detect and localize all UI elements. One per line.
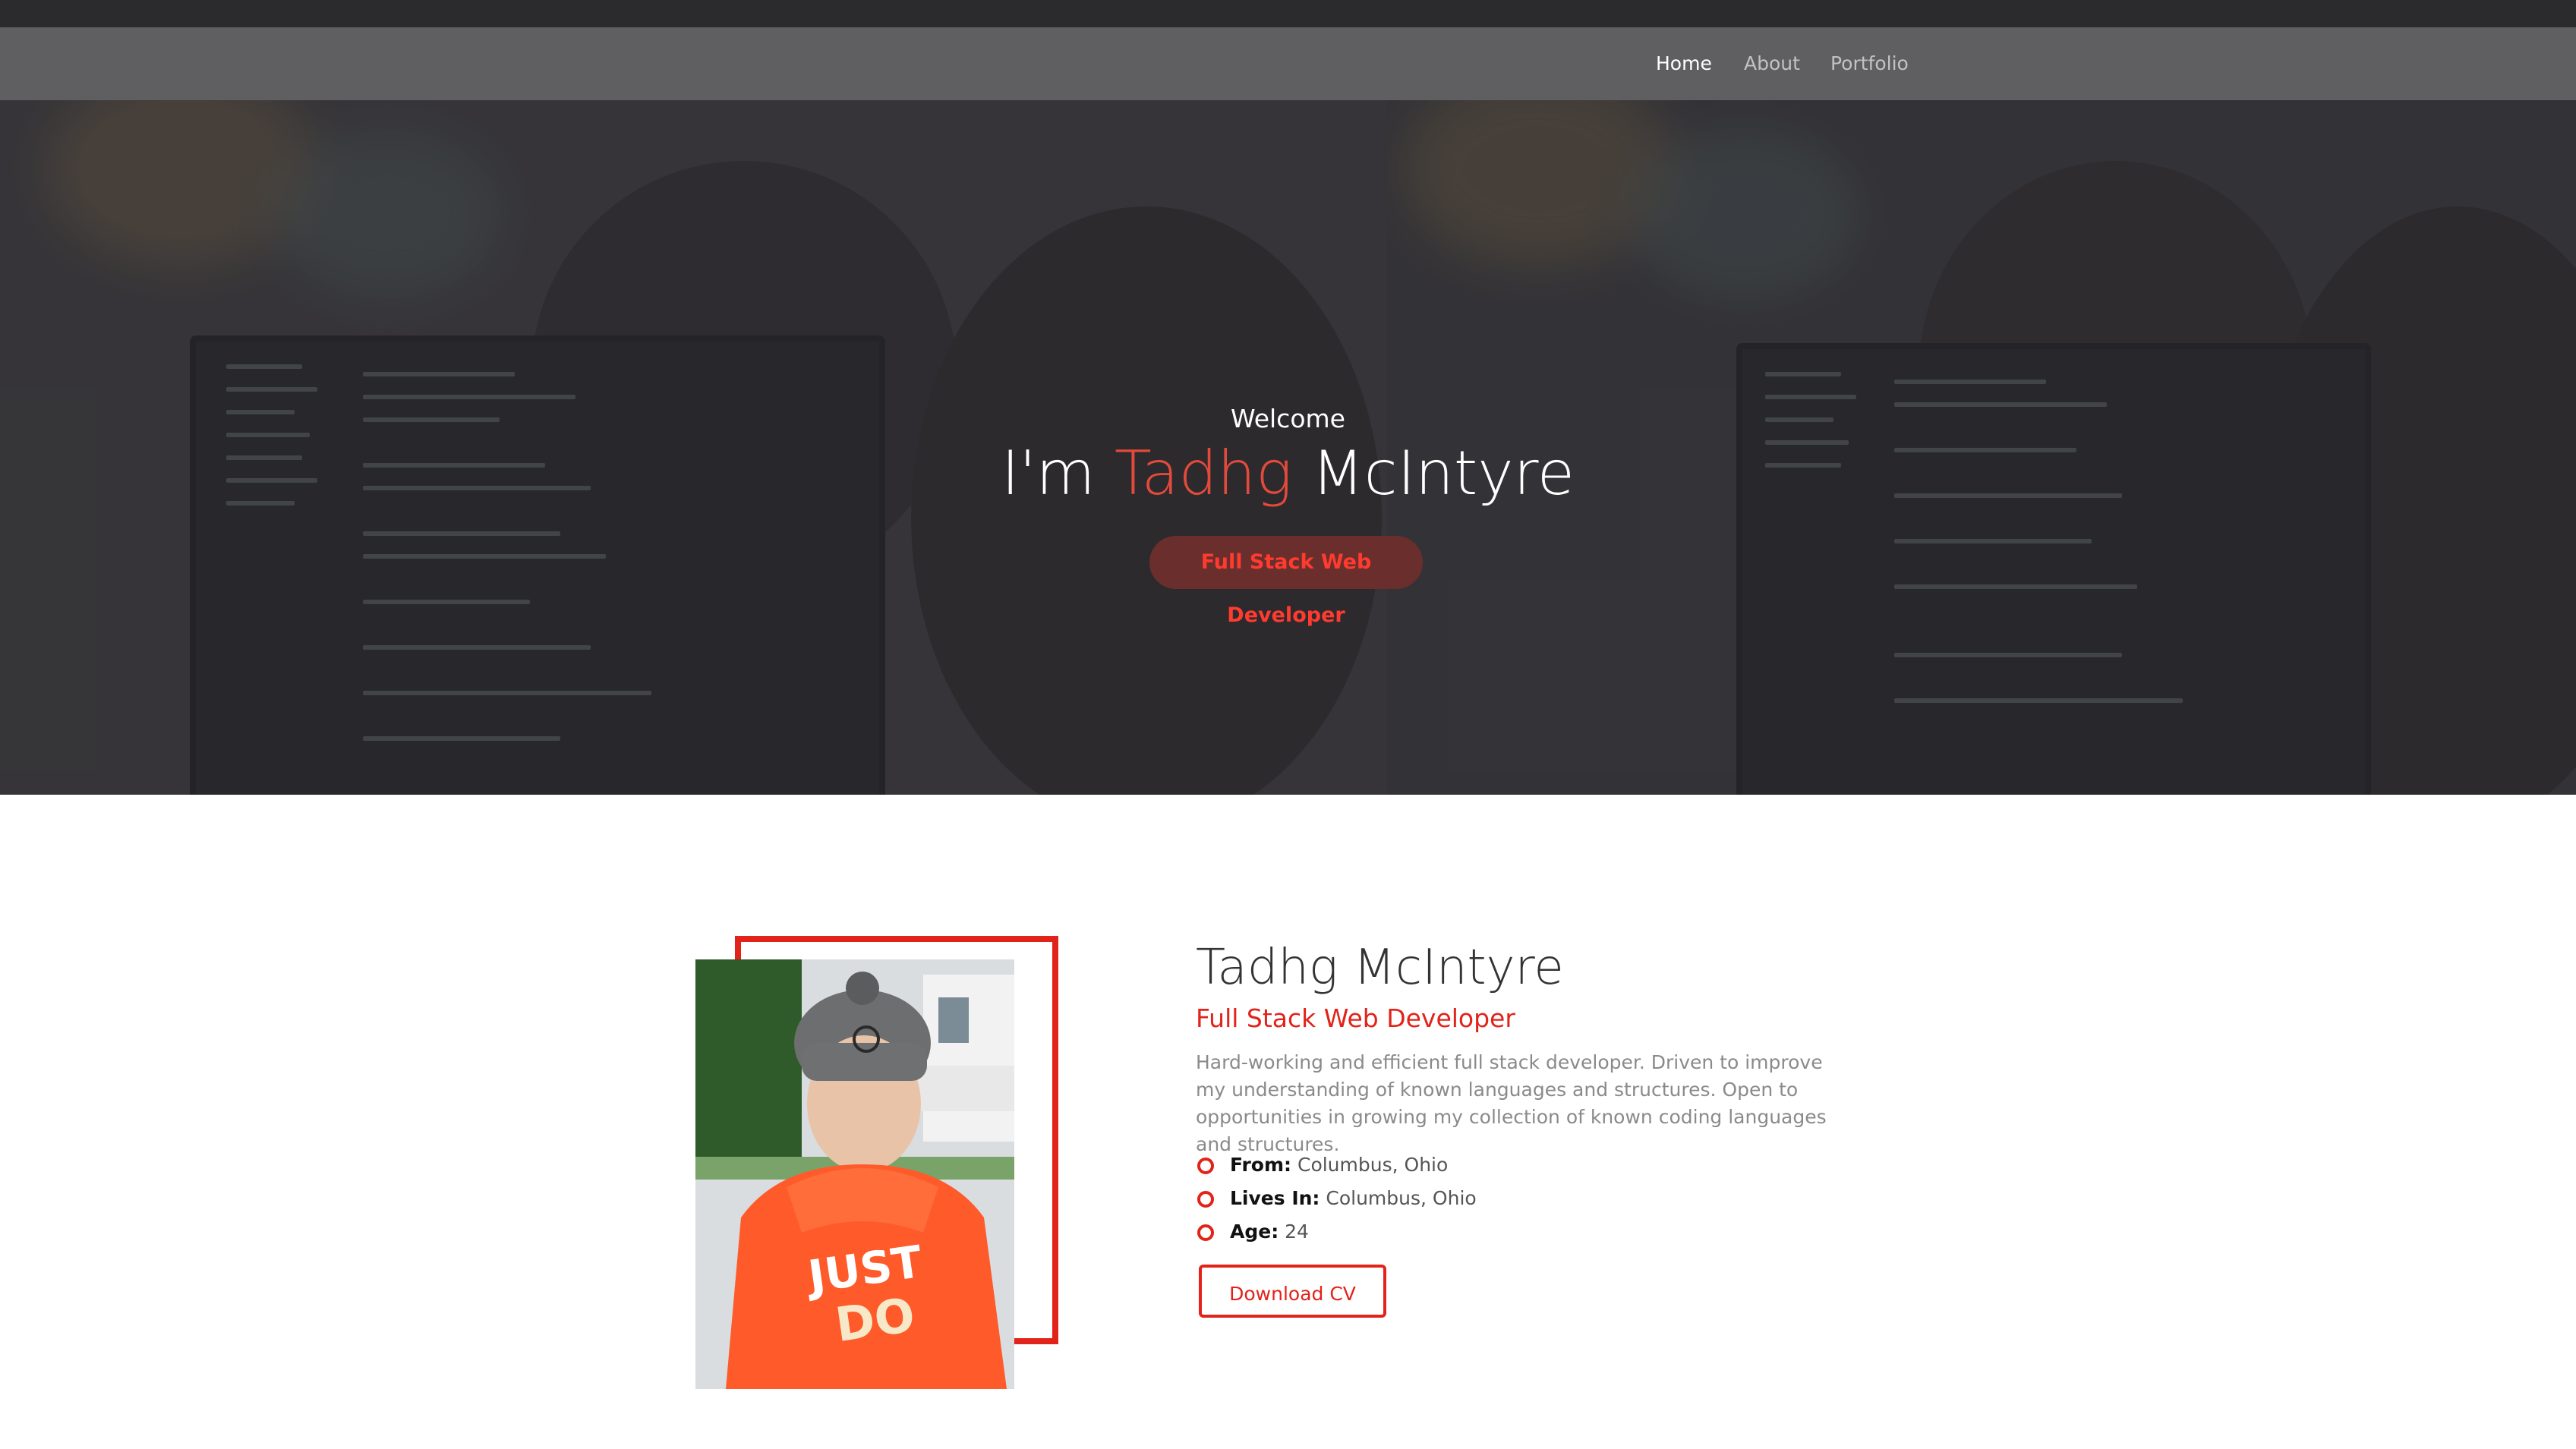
info-label: From: [1230,1154,1292,1176]
about-description: Hard-working and efficient full stack de… [1196,1051,1827,1155]
circle-bullet-icon [1197,1224,1214,1241]
info-item-from: From: Columbus, Ohio [1196,1148,1477,1182]
info-value: Columbus, Ohio [1297,1154,1449,1176]
hero-first-name: Tadhg [1115,438,1293,509]
hero-title: I'm Tadhg McIntyre [0,438,2576,509]
info-item-lives-in: Lives In: Columbus, Ohio [1196,1182,1477,1215]
nav-link-portfolio[interactable]: Portfolio [1830,27,1909,100]
info-label: Age: [1230,1221,1279,1243]
info-label: Lives In: [1230,1187,1320,1209]
hero-section: Welcome I'm Tadhg McIntyre Full Stack We… [0,100,2576,795]
profile-photo-illustration: JUST DO [695,959,1014,1389]
download-cv-button[interactable]: Download CV [1199,1265,1386,1318]
info-value: 24 [1285,1221,1309,1243]
navbar: Home About Portfolio [0,27,2576,100]
info-value: Columbus, Ohio [1326,1187,1477,1209]
info-item-age: Age: 24 [1196,1215,1477,1249]
hero-title-prefix: I'm [1001,438,1096,509]
profile-photo: JUST DO [695,959,1014,1389]
hero-welcome: Welcome [1231,404,1345,433]
nav-link-about[interactable]: About [1744,27,1800,100]
about-role: Full Stack Web Developer [1196,1003,1515,1033]
hero-role-badge: Full Stack Web Developer [1149,536,1423,627]
hero-last-name: McIntyre [1311,438,1575,509]
info-list: From: Columbus, Ohio Lives In: Columbus,… [1196,1148,1477,1249]
about-name: Tadhg McIntyre [1196,940,1564,996]
nav-link-home[interactable]: Home [1656,27,1712,100]
circle-bullet-icon [1197,1158,1214,1174]
svg-text:DO: DO [832,1287,918,1353]
circle-bullet-icon [1197,1191,1214,1208]
top-strip [0,0,2576,27]
